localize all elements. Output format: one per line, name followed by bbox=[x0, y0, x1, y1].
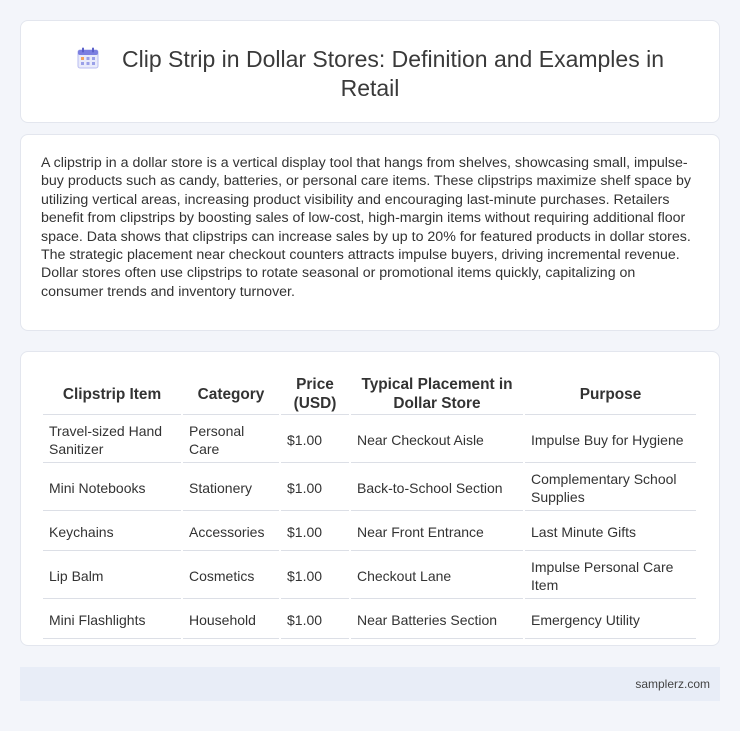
table-row: Mini Flashlights Household $1.00 Near Ba… bbox=[43, 601, 696, 639]
header-placement: Typical Placement in Dollar Store bbox=[351, 374, 523, 415]
cell-item: Travel-sized Hand Sanitizer bbox=[43, 417, 181, 463]
table-card: Clipstrip Item Category Price (USD) Typi… bbox=[20, 351, 720, 646]
footer-bar: samplerz.com bbox=[20, 667, 720, 701]
table-row: Mini Notebooks Stationery $1.00 Back-to-… bbox=[43, 465, 696, 511]
cell-item: Mini Flashlights bbox=[43, 601, 181, 639]
cell-placement: Near Front Entrance bbox=[351, 513, 523, 551]
cell-purpose: Last Minute Gifts bbox=[525, 513, 696, 551]
table-header-row: Clipstrip Item Category Price (USD) Typi… bbox=[43, 374, 696, 415]
title-card: Clip Strip in Dollar Stores: Definition … bbox=[20, 20, 720, 123]
header-purpose: Purpose bbox=[525, 374, 696, 415]
table-row: Lip Balm Cosmetics $1.00 Checkout Lane I… bbox=[43, 553, 696, 599]
header-clipstrip-item: Clipstrip Item bbox=[43, 374, 181, 415]
cell-price: $1.00 bbox=[281, 601, 349, 639]
cell-purpose: Impulse Personal Care Item bbox=[525, 553, 696, 599]
cell-category: Stationery bbox=[183, 465, 279, 511]
cell-placement: Checkout Lane bbox=[351, 553, 523, 599]
clipstrip-table: Clipstrip Item Category Price (USD) Typi… bbox=[41, 372, 698, 641]
cell-purpose: Impulse Buy for Hygiene bbox=[525, 417, 696, 463]
cell-item: Lip Balm bbox=[43, 553, 181, 599]
cell-category: Accessories bbox=[183, 513, 279, 551]
table-row: Travel-sized Hand Sanitizer Personal Car… bbox=[43, 417, 696, 463]
intro-paragraph: A clipstrip in a dollar store is a verti… bbox=[41, 155, 692, 300]
cell-item: Mini Notebooks bbox=[43, 465, 181, 511]
cell-placement: Near Batteries Section bbox=[351, 601, 523, 639]
cell-price: $1.00 bbox=[281, 553, 349, 599]
cell-placement: Back-to-School Section bbox=[351, 465, 523, 511]
cell-purpose: Emergency Utility bbox=[525, 601, 696, 639]
header-price: Price (USD) bbox=[281, 374, 349, 415]
cell-price: $1.00 bbox=[281, 513, 349, 551]
header-category: Category bbox=[183, 374, 279, 415]
page-title: Clip Strip in Dollar Stores: Definition … bbox=[121, 46, 665, 101]
intro-card: A clipstrip in a dollar store is a verti… bbox=[20, 134, 720, 331]
cell-item: Keychains bbox=[43, 513, 181, 551]
cell-category: Household bbox=[183, 601, 279, 639]
table-row: Keychains Accessories $1.00 Near Front E… bbox=[43, 513, 696, 551]
footer-site-link[interactable]: samplerz.com bbox=[635, 677, 710, 691]
cell-placement: Near Checkout Aisle bbox=[351, 417, 523, 463]
calendar-icon bbox=[77, 47, 99, 69]
page-title-wrap: Clip Strip in Dollar Stores: Definition … bbox=[61, 45, 679, 103]
cell-category: Cosmetics bbox=[183, 553, 279, 599]
cell-price: $1.00 bbox=[281, 465, 349, 511]
cell-price: $1.00 bbox=[281, 417, 349, 463]
cell-purpose: Complementary School Supplies bbox=[525, 465, 696, 511]
cell-category: Personal Care bbox=[183, 417, 279, 463]
